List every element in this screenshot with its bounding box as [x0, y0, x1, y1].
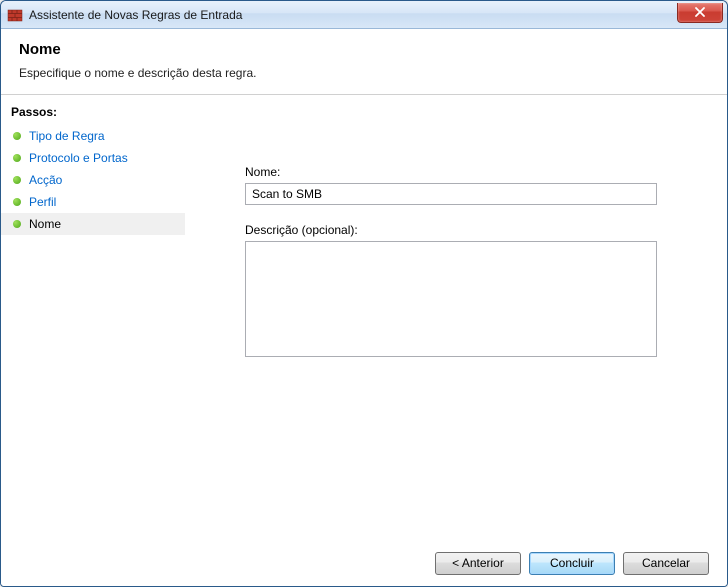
step-label: Acção	[29, 173, 62, 187]
cancel-button[interactable]: Cancelar	[623, 552, 709, 575]
description-label: Descrição (opcional):	[245, 223, 699, 237]
titlebar: Assistente de Novas Regras de Entrada	[1, 1, 727, 29]
name-input[interactable]	[245, 183, 657, 205]
back-button[interactable]: < Anterior	[435, 552, 521, 575]
step-bullet-icon	[13, 132, 21, 140]
step-bullet-icon	[13, 198, 21, 206]
step-item-tipo-de-regra[interactable]: Tipo de Regra	[1, 125, 185, 147]
steps-heading: Passos:	[1, 101, 185, 125]
finish-button[interactable]: Concluir	[529, 552, 615, 575]
step-bullet-icon	[13, 176, 21, 184]
step-label: Tipo de Regra	[29, 129, 105, 143]
description-textarea[interactable]	[245, 241, 657, 357]
wizard-window: Assistente de Novas Regras de Entrada No…	[0, 0, 728, 587]
step-item-perfil[interactable]: Perfil	[1, 191, 185, 213]
page-description: Especifique o nome e descrição desta reg…	[19, 66, 709, 80]
step-item-nome[interactable]: Nome	[1, 213, 185, 235]
page-title: Nome	[19, 41, 709, 58]
close-button[interactable]	[677, 3, 723, 23]
close-icon	[694, 7, 706, 17]
window-title: Assistente de Novas Regras de Entrada	[29, 8, 677, 22]
step-label: Perfil	[29, 195, 56, 209]
step-bullet-icon	[13, 154, 21, 162]
wizard-header: Nome Especifique o nome e descrição dest…	[1, 29, 727, 95]
wizard-footer: < Anterior Concluir Cancelar	[1, 540, 727, 586]
firewall-icon	[7, 7, 23, 23]
main-panel: Nome: Descrição (opcional):	[185, 95, 727, 540]
step-item-accao[interactable]: Acção	[1, 169, 185, 191]
step-bullet-icon	[13, 220, 21, 228]
name-label: Nome:	[245, 165, 699, 179]
step-label: Nome	[29, 217, 61, 231]
step-item-protocolo-e-portas[interactable]: Protocolo e Portas	[1, 147, 185, 169]
step-label: Protocolo e Portas	[29, 151, 128, 165]
wizard-body: Passos: Tipo de Regra Protocolo e Portas…	[1, 95, 727, 540]
steps-sidebar: Passos: Tipo de Regra Protocolo e Portas…	[1, 95, 185, 540]
